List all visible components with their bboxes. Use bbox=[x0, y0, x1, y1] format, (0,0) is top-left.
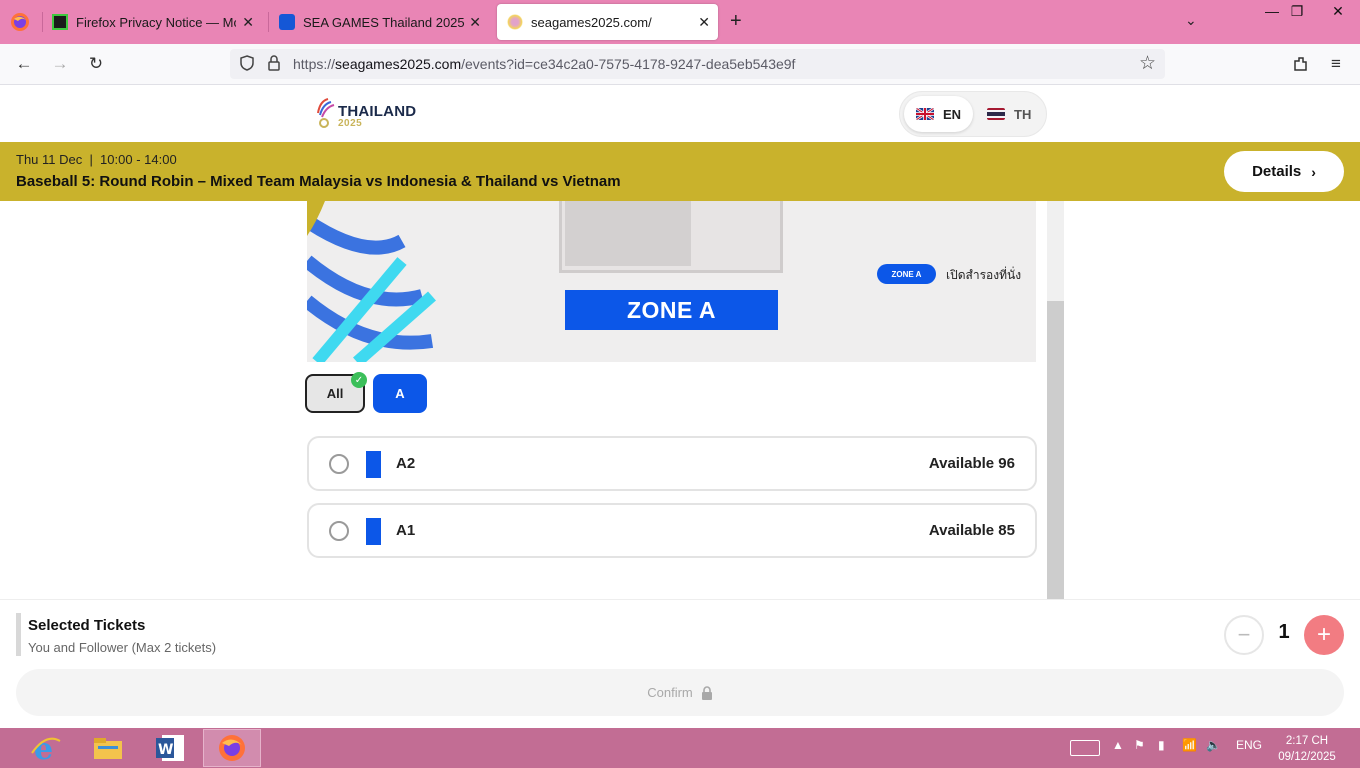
clock-date: 09/12/2025 bbox=[1278, 751, 1336, 763]
selected-tickets-subtitle: You and Follower (Max 2 tickets) bbox=[28, 640, 217, 655]
filter-a-button[interactable]: A bbox=[373, 374, 427, 413]
svg-text:W: W bbox=[158, 742, 173, 758]
tab-seagames2025-active[interactable]: seagames2025.com/ ✕ bbox=[497, 4, 718, 40]
chevron-right-icon: › bbox=[1311, 163, 1316, 180]
sea-games-favicon-icon bbox=[279, 14, 295, 30]
legend-badge-text: ZONE A bbox=[891, 269, 922, 279]
details-label: Details bbox=[1252, 163, 1302, 180]
file-explorer-icon[interactable] bbox=[79, 729, 137, 767]
legend-text: เปิดสำรองที่นั่ง bbox=[946, 268, 1022, 282]
stage-inner-area bbox=[565, 201, 691, 266]
battery-icon[interactable]: ▮ bbox=[1158, 738, 1165, 752]
zone-row-a1[interactable]: A1 Available 85 bbox=[307, 503, 1037, 558]
tab-title: Firefox Privacy Notice — Mozilla bbox=[76, 14, 236, 30]
logo-year: 2025 bbox=[338, 118, 363, 129]
close-tab-icon[interactable]: ✕ bbox=[469, 14, 481, 31]
back-arrow-icon[interactable]: ← bbox=[12, 52, 36, 76]
language-code: TH bbox=[1014, 106, 1032, 122]
show-hidden-icons-icon[interactable]: ▲ bbox=[1112, 738, 1124, 752]
uk-flag-icon bbox=[916, 108, 934, 120]
event-date-time: Thu 11 Dec | 10:00 - 14:00 bbox=[16, 152, 177, 167]
language-th-button[interactable]: TH bbox=[975, 96, 1043, 132]
volume-icon[interactable]: 🔈 bbox=[1206, 738, 1221, 752]
confirm-button[interactable]: Confirm bbox=[16, 669, 1344, 716]
zone-radio-button[interactable] bbox=[329, 454, 349, 474]
legend-zone-badge: ZONE A bbox=[877, 264, 936, 284]
address-bar[interactable]: https://seagames2025.com/events?id=ce34c… bbox=[230, 49, 1165, 79]
microsoft-word-icon[interactable]: W bbox=[141, 729, 199, 767]
reload-icon[interactable]: ↻ bbox=[84, 52, 108, 76]
system-clock[interactable]: 2:17 CH 09/12/2025 bbox=[1272, 733, 1342, 765]
action-center-flag-icon[interactable]: ⚑ bbox=[1134, 738, 1145, 752]
touch-keyboard-icon[interactable] bbox=[1070, 740, 1100, 756]
list-all-tabs-icon[interactable]: ⌄ bbox=[1185, 12, 1197, 29]
increase-quantity-button[interactable]: + bbox=[1304, 615, 1344, 655]
language-switcher: EN TH bbox=[899, 91, 1047, 137]
seagames-favicon-icon bbox=[507, 14, 523, 30]
confirm-label: Confirm bbox=[647, 685, 693, 700]
close-window-button[interactable]: ✕ bbox=[1318, 0, 1358, 22]
event-banner: Thu 11 Dec | 10:00 - 14:00 Baseball 5: R… bbox=[0, 142, 1360, 201]
firefox-taskbar-icon[interactable] bbox=[203, 729, 261, 767]
new-tab-button[interactable]: + bbox=[730, 10, 742, 33]
ticket-quantity: 1 bbox=[1278, 621, 1290, 643]
app-menu-icon[interactable]: ≡ bbox=[1324, 52, 1348, 76]
content-scrollbar-thumb[interactable] bbox=[1047, 301, 1064, 599]
extensions-icon[interactable] bbox=[1288, 52, 1312, 76]
tab-sea-games[interactable]: SEA GAMES Thailand 2025 ✕ bbox=[279, 0, 489, 44]
ticket-selection-panel: Selected Tickets You and Follower (Max 2… bbox=[0, 599, 1360, 728]
selection-accent-bar bbox=[16, 613, 21, 656]
restore-window-button[interactable]: ❐ bbox=[1277, 0, 1317, 22]
decrease-quantity-button[interactable]: − bbox=[1224, 615, 1264, 655]
bookmark-star-icon[interactable]: ☆ bbox=[1139, 52, 1156, 75]
firefox-menu-icon[interactable] bbox=[10, 12, 30, 32]
navigation-bar: ← → ↻ https://seagames2025.com/events?id… bbox=[0, 44, 1360, 85]
tracking-protection-shield-icon[interactable] bbox=[238, 54, 256, 77]
seat-map[interactable]: ZONE A ZONE A เปิดสำรองที่นั่ง bbox=[307, 201, 1036, 362]
selected-tickets-title: Selected Tickets bbox=[28, 617, 146, 634]
forward-arrow-icon[interactable]: → bbox=[48, 52, 72, 76]
filter-label: A bbox=[395, 386, 405, 401]
input-language-indicator[interactable]: ENG bbox=[1236, 738, 1262, 752]
tab-firefox-privacy[interactable]: Firefox Privacy Notice — Mozilla ✕ bbox=[52, 0, 262, 44]
zone-name: A2 bbox=[396, 455, 416, 472]
thailand-flag-icon bbox=[987, 108, 1005, 120]
zone-color-swatch bbox=[366, 518, 381, 545]
url-text[interactable]: https://seagames2025.com/events?id=ce34c… bbox=[293, 56, 795, 72]
zone-availability: Available 85 bbox=[928, 522, 1015, 539]
language-en-button[interactable]: EN bbox=[904, 96, 974, 132]
zone-a-block[interactable]: ZONE A bbox=[565, 290, 778, 330]
zone-radio-button[interactable] bbox=[329, 521, 349, 541]
decorative-stripes-graphic bbox=[307, 201, 436, 362]
close-tab-icon[interactable]: ✕ bbox=[242, 14, 254, 31]
selected-check-icon: ✓ bbox=[351, 372, 367, 388]
browser-tab-bar: Firefox Privacy Notice — Mozilla ✕ SEA G… bbox=[0, 0, 1360, 44]
network-signal-icon[interactable]: 📶 bbox=[1182, 738, 1197, 752]
lock-icon[interactable] bbox=[266, 54, 282, 77]
internet-explorer-icon[interactable]: e bbox=[17, 729, 75, 767]
event-title: Baseball 5: Round Robin – Mixed Team Mal… bbox=[16, 173, 621, 190]
sea-games-logo-icon[interactable] bbox=[314, 95, 338, 131]
filter-label: All bbox=[326, 386, 344, 401]
privacy-notice-favicon-icon bbox=[52, 14, 68, 30]
zone-row-a2[interactable]: A2 Available 96 bbox=[307, 436, 1037, 491]
zone-name: A1 bbox=[396, 522, 416, 539]
details-button[interactable]: Details › bbox=[1224, 151, 1344, 192]
page-content: THAILAND 2025 EN TH Thu 11 Dec | 10:00 -… bbox=[0, 85, 1360, 728]
zone-availability: Available 96 bbox=[928, 455, 1015, 472]
close-tab-icon[interactable]: ✕ bbox=[698, 14, 710, 31]
zone-color-swatch bbox=[366, 451, 381, 478]
language-code: EN bbox=[943, 106, 962, 122]
windows-taskbar: e W ▲ ⚑ ▮ 📶 🔈 ENG 2:17 CH 09/12/2025 bbox=[0, 728, 1360, 768]
clock-time: 2:17 CH bbox=[1285, 735, 1329, 747]
zone-a-label: ZONE A bbox=[626, 296, 717, 323]
tab-title: SEA GAMES Thailand 2025 bbox=[303, 14, 465, 30]
lock-icon bbox=[701, 685, 712, 700]
tab-title: seagames2025.com/ bbox=[531, 14, 652, 30]
